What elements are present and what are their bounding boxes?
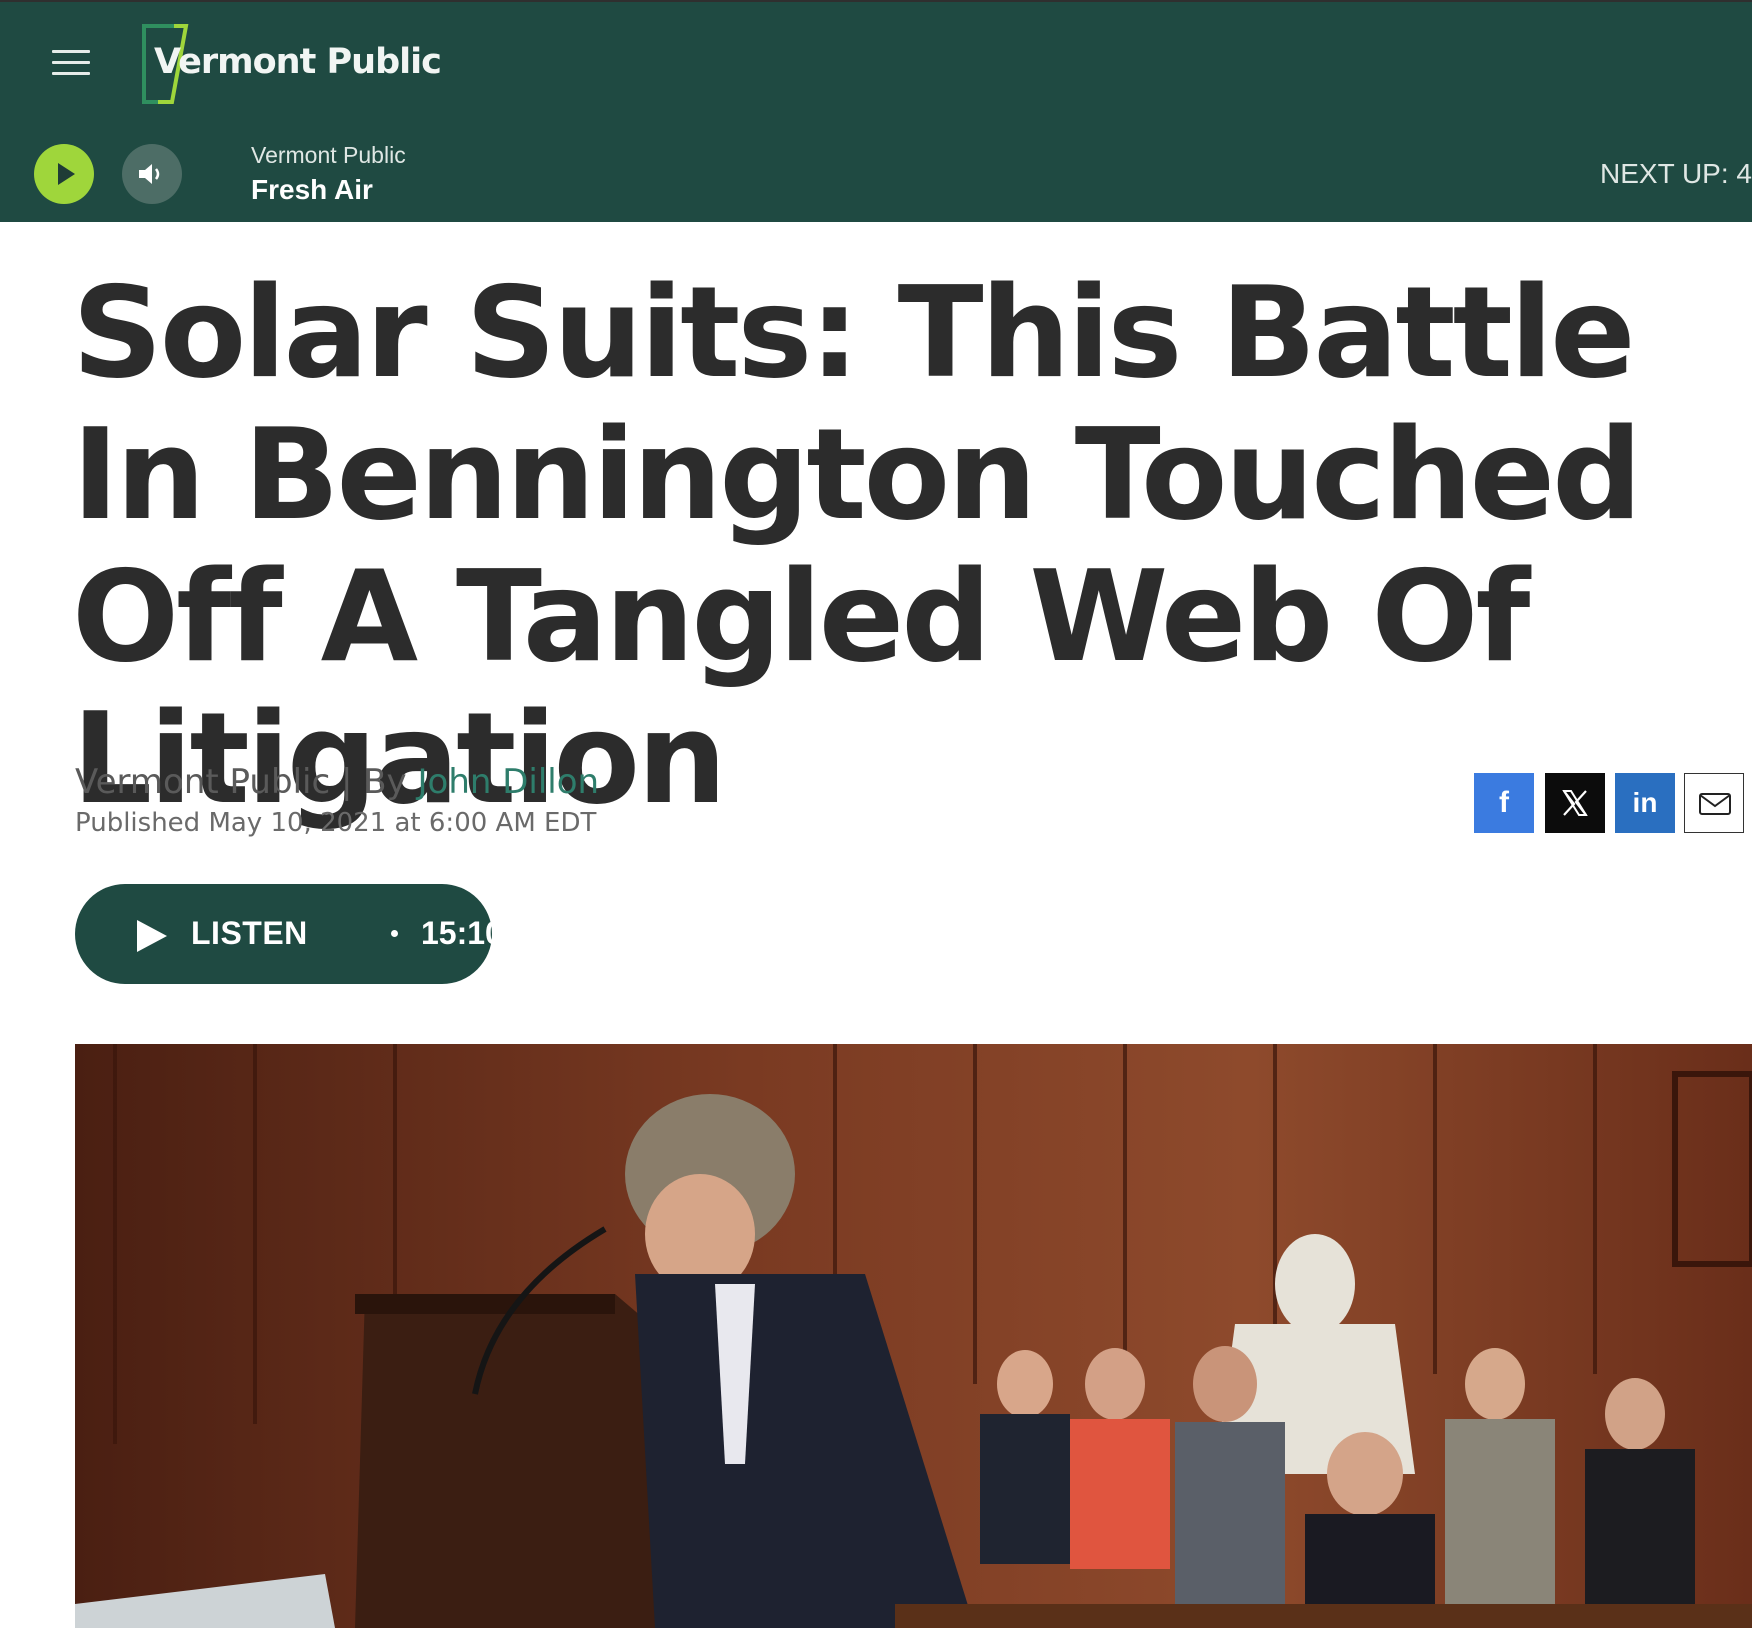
byline-source: Vermont Public | By <box>75 762 418 802</box>
listen-duration: 15:10 <box>421 915 503 951</box>
email-icon <box>1699 793 1731 815</box>
share-email-button[interactable] <box>1684 773 1744 833</box>
logo-text: Vermont Public <box>154 42 442 82</box>
next-up-label[interactable]: NEXT UP: 4 <box>1600 158 1752 190</box>
listen-label: LISTEN <box>191 915 308 951</box>
separator-dot <box>391 930 398 937</box>
published-date: Published May 10, 2021 at 6:00 AM EDT <box>75 808 597 838</box>
live-play-button[interactable] <box>34 144 94 204</box>
site-header: Vermont Public Vermont Public Fresh Air … <box>0 0 1752 222</box>
player-station-name: Vermont Public <box>251 142 406 168</box>
site-logo[interactable]: Vermont Public <box>138 22 458 106</box>
player-program-name[interactable]: Fresh Air <box>251 174 373 206</box>
listen-play-icon <box>137 920 167 952</box>
volume-button[interactable] <box>122 144 182 204</box>
byline: Vermont Public | By John Dillon <box>75 762 599 802</box>
article-headline: Solar Suits: This Battle In Bennington T… <box>72 259 1642 832</box>
share-facebook-button[interactable]: f <box>1474 773 1534 833</box>
linkedin-icon: in <box>1632 787 1658 818</box>
x-icon <box>1562 790 1588 816</box>
volume-icon <box>139 164 160 184</box>
author-link[interactable]: John Dillon <box>417 762 599 802</box>
hamburger-menu-icon[interactable] <box>52 48 92 78</box>
article-lead-image <box>75 1044 1752 1628</box>
facebook-icon: f <box>1499 786 1509 819</box>
share-x-button[interactable] <box>1545 773 1605 833</box>
share-linkedin-button[interactable]: in <box>1615 773 1675 833</box>
play-icon <box>58 163 75 185</box>
listen-button[interactable]: LISTEN 15:10 <box>75 884 503 984</box>
